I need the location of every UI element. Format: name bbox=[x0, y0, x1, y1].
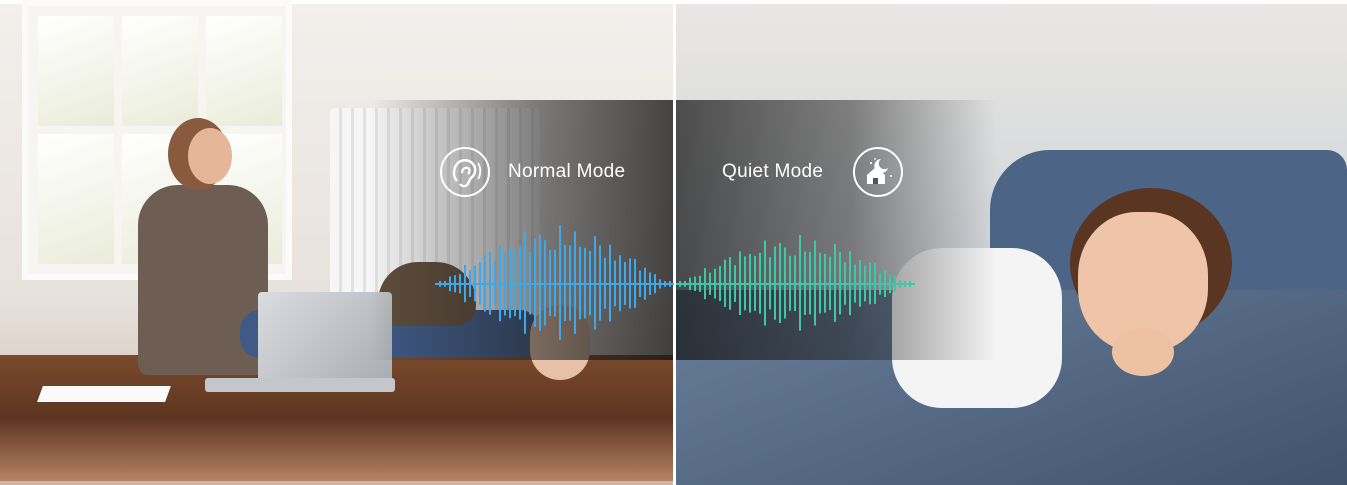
quiet-mode-label: Quiet Mode bbox=[722, 161, 824, 182]
comparison-banner: Normal Mode Quiet Mode bbox=[0, 0, 1347, 485]
ear-icon bbox=[440, 147, 490, 197]
normal-mode-label: Normal Mode bbox=[508, 161, 626, 182]
moon-house-icon bbox=[853, 147, 903, 197]
sound-wave bbox=[435, 225, 915, 340]
